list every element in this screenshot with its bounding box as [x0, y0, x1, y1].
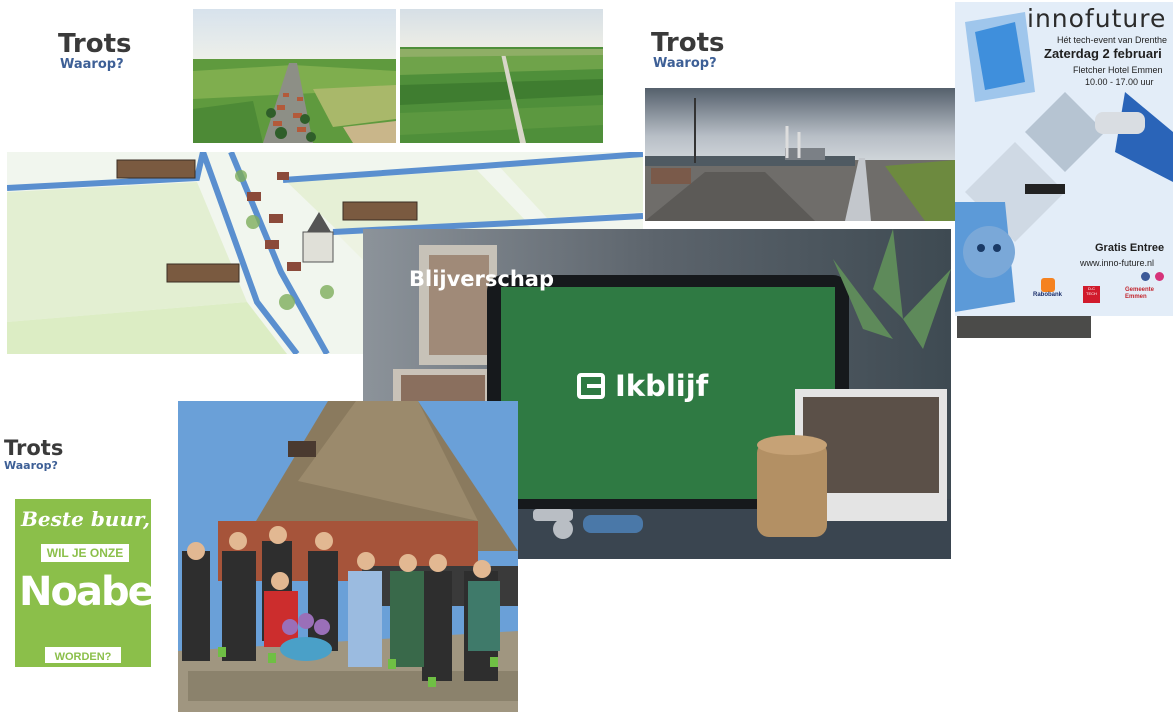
tablet-text: Ikblijf [615, 369, 709, 403]
group-farm-photo [178, 401, 518, 712]
noaber-line3: Noaber [19, 569, 151, 615]
poster-brand: innofuture [1027, 4, 1167, 33]
poster-url: www.inno-future.nl [1080, 258, 1155, 268]
caption-subtitle: Waarop? [4, 459, 58, 472]
caption-subtitle: Waarop? [60, 57, 124, 72]
industrial-site-photo [645, 88, 955, 221]
caption-bottom-left: Trots Waarop? [4, 437, 63, 472]
caption-title: Trots [4, 436, 64, 460]
noaber-line2: WIL JE ONZE [46, 546, 124, 560]
aerial-fields-photo [400, 9, 603, 143]
sponsor-dc-tech: D-C TECH [1086, 286, 1097, 296]
caption-title: Trots [651, 28, 725, 58]
exit-door-icon [577, 373, 605, 399]
noaber-line1: Beste buur, [21, 507, 150, 531]
noaber-line4: WORDEN? [54, 651, 112, 663]
noaber-line2-box: WIL JE ONZE [41, 544, 129, 562]
noaber-card: Beste buur, WIL JE ONZE Noaber WORDEN? [15, 499, 151, 667]
caption-title: Trots [58, 29, 132, 59]
poster-date: Zaterdag 2 februari [1044, 46, 1162, 61]
poster-venue: Fletcher Hotel Emmen [1073, 65, 1163, 75]
caption-subtitle: Waarop? [653, 56, 717, 71]
railway-strip [957, 316, 1091, 338]
aerial-village-photo [193, 9, 396, 143]
poster-entry: Gratis Entree [1095, 242, 1165, 254]
facebook-icon [1141, 272, 1150, 281]
caption-top-left: Trots Waarop? [58, 30, 131, 72]
blijverschap-title: Blijverschap [409, 267, 554, 291]
instagram-icon [1155, 272, 1164, 281]
innofuture-poster: innofuture Hét tech-event van Drenthe Za… [955, 2, 1173, 316]
poster-tagline: Hét tech-event van Drenthe [1057, 35, 1168, 45]
dc-tech-logo: D-C TECH [1083, 286, 1100, 303]
sponsor-gemeente-emmen: Gemeente Emmen [1125, 287, 1155, 300]
poster-time: 10.00 - 17.00 uur [1085, 77, 1154, 87]
gemeente-emmen-logo: Gemeente Emmen [1125, 287, 1171, 301]
caption-top-middle: Trots Waarop? [651, 29, 724, 71]
tablet-screen: Ikblijf [577, 369, 708, 403]
rabobank-logo: Rabobank [1033, 278, 1062, 298]
noaber-line4-box: WORDEN? [45, 647, 121, 663]
sponsor-rabobank: Rabobank [1033, 292, 1063, 298]
